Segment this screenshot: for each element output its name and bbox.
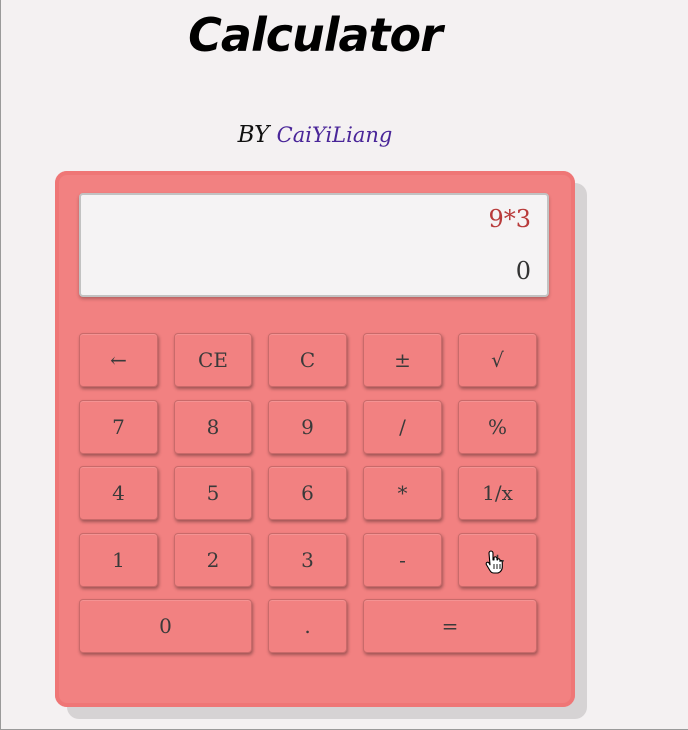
expression-readout: 9*3 [488,205,531,233]
digit-9-button[interactable]: 9 [268,400,347,454]
square-root-button[interactable]: √ [458,333,537,387]
digit-5-button[interactable]: 5 [174,466,252,520]
digit-0-button[interactable]: 0 [79,599,252,653]
clear-button[interactable]: C [268,333,347,387]
clear-entry-button[interactable]: CE [174,333,252,387]
digit-3-button[interactable]: 3 [268,533,347,587]
page-title: Calculator [188,8,443,62]
backspace-button[interactable]: ← [79,333,158,387]
divide-button[interactable]: / [363,400,442,454]
digit-6-button[interactable]: 6 [268,466,347,520]
digit-2-button[interactable]: 2 [174,533,252,587]
hand-pointer-icon [485,550,503,574]
author-name: CaiYiLiang [276,123,393,147]
decimal-point-button[interactable]: . [268,599,347,653]
digit-7-button[interactable]: 7 [79,400,158,454]
digit-1-button[interactable]: 1 [79,533,158,587]
byline: BY CaiYiLiang [1,122,629,148]
calculator-display: 9*3 0 [79,193,549,297]
reciprocal-button[interactable]: 1/x [458,466,537,520]
calculator: 9*3 0 ← CE C ± √ 7 8 9 / % 4 5 6 * 1/x 1… [55,171,575,707]
plus-minus-button[interactable]: ± [363,333,442,387]
result-readout: 0 [515,257,531,285]
multiply-button[interactable]: * [363,466,442,520]
byline-prefix: BY [237,122,270,148]
digit-4-button[interactable]: 4 [79,466,158,520]
equals-button[interactable]: = [363,599,537,653]
minus-button[interactable]: - [363,533,442,587]
percent-button[interactable]: % [458,400,537,454]
digit-8-button[interactable]: 8 [174,400,252,454]
